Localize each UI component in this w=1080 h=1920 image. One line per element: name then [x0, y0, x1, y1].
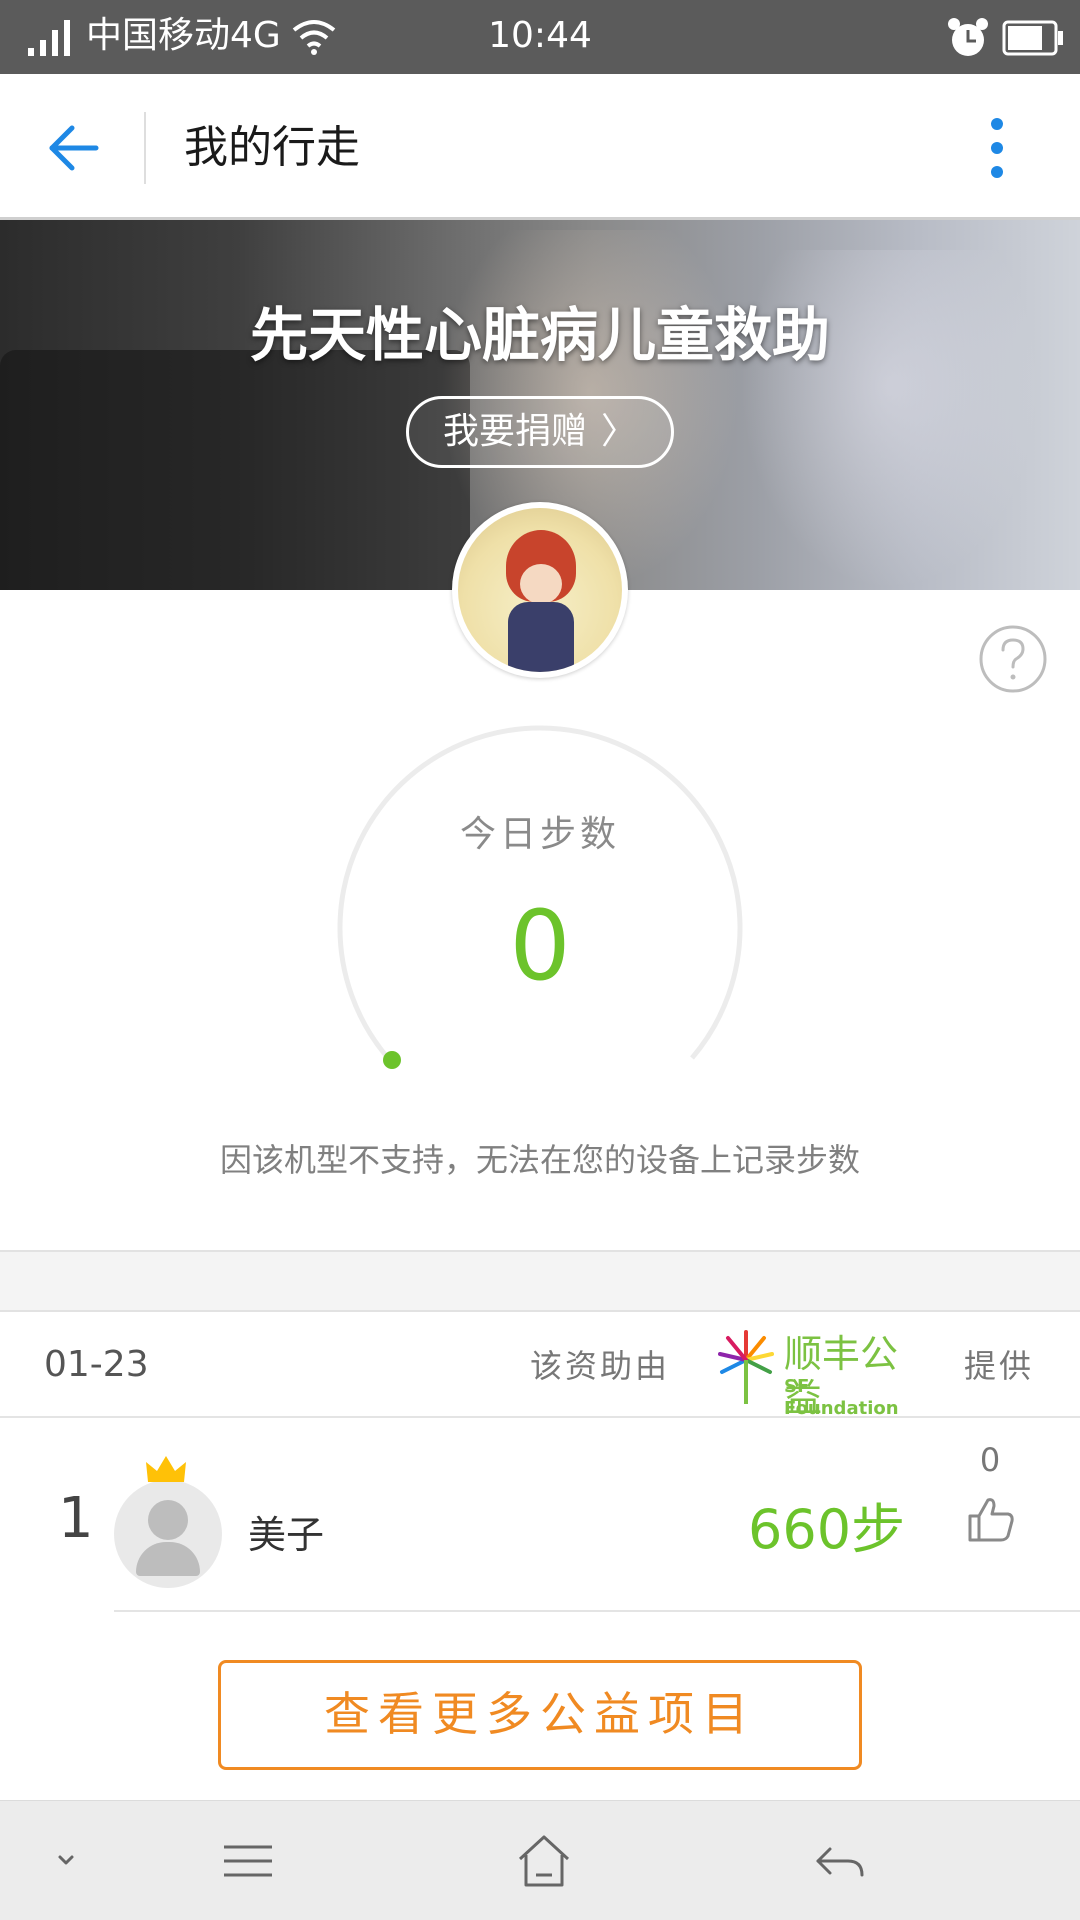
- page-title: 我的行走: [184, 122, 360, 173]
- like-count: 0: [979, 1441, 1001, 1479]
- sponsor-row: 01-23 该资助由 顺丰公益 SF Foundation 提供: [0, 1312, 1080, 1420]
- user-name: 美子: [248, 1513, 325, 1557]
- sponsor-suffix: 提供: [964, 1347, 1035, 1385]
- menu-icon: [224, 1845, 272, 1877]
- nav-collapse-button[interactable]: [6, 1801, 126, 1920]
- more-projects-button[interactable]: 查看更多公益项目: [218, 1660, 862, 1770]
- sf-logo-subtitle: SF Foundation: [784, 1376, 899, 1419]
- row-divider: [114, 1610, 1080, 1612]
- avatar-body: [508, 602, 574, 672]
- banner-title: 先天性心脏病儿童救助: [249, 301, 830, 369]
- nav-menu-button[interactable]: [188, 1801, 308, 1920]
- step-label: 今日步数: [459, 814, 620, 855]
- header-divider: [144, 112, 146, 184]
- ranking-date: 01-23: [44, 1344, 149, 1385]
- back-icon: [816, 1847, 864, 1877]
- avatar-face: [520, 564, 562, 604]
- donate-button-label: 我要捐赠: [442, 411, 587, 452]
- nav-home-button[interactable]: [484, 1801, 604, 1920]
- step-count: 0: [509, 890, 571, 1002]
- user-steps: 660步: [748, 1498, 906, 1561]
- sponsor-prefix: 该资助由: [530, 1347, 671, 1385]
- clock-time: 10:44: [488, 15, 592, 56]
- avatar[interactable]: [114, 1480, 222, 1588]
- home-icon: [518, 1835, 570, 1887]
- help-icon[interactable]: [978, 624, 1048, 694]
- nav-back-button[interactable]: [780, 1801, 900, 1920]
- avatar-head: [148, 1500, 188, 1540]
- status-bar: 中国移动4G 10:44: [0, 0, 1080, 74]
- alarm-icon: [948, 18, 988, 56]
- sf-logo-icon: [718, 1330, 774, 1404]
- system-nav-bar: [0, 1800, 1080, 1920]
- section-separator: [0, 1250, 1080, 1312]
- battery-icon: [1002, 20, 1063, 56]
- chevron-right-icon: 〉: [601, 411, 638, 452]
- crown-icon: [146, 1456, 186, 1482]
- table-row[interactable]: 1 美子 660步 0: [0, 1418, 1080, 1628]
- back-arrow-icon[interactable]: [46, 120, 102, 176]
- more-vertical-icon[interactable]: [982, 116, 1012, 180]
- avatar[interactable]: [458, 508, 622, 672]
- app-header: 我的行走: [0, 74, 1080, 220]
- banner-photo-seat: [0, 350, 470, 590]
- rank-number: 1: [58, 1486, 94, 1551]
- sf-foundation-logo: 顺丰公益 SF Foundation: [714, 1326, 924, 1420]
- thumbs-up-icon[interactable]: [966, 1494, 1016, 1544]
- unsupported-notice: 因该机型不支持，无法在您的设备上记录步数: [219, 1141, 860, 1179]
- chevron-down-icon: [58, 1855, 74, 1865]
- donate-button[interactable]: 我要捐赠〉: [406, 396, 674, 468]
- avatar-shoulders: [136, 1542, 200, 1576]
